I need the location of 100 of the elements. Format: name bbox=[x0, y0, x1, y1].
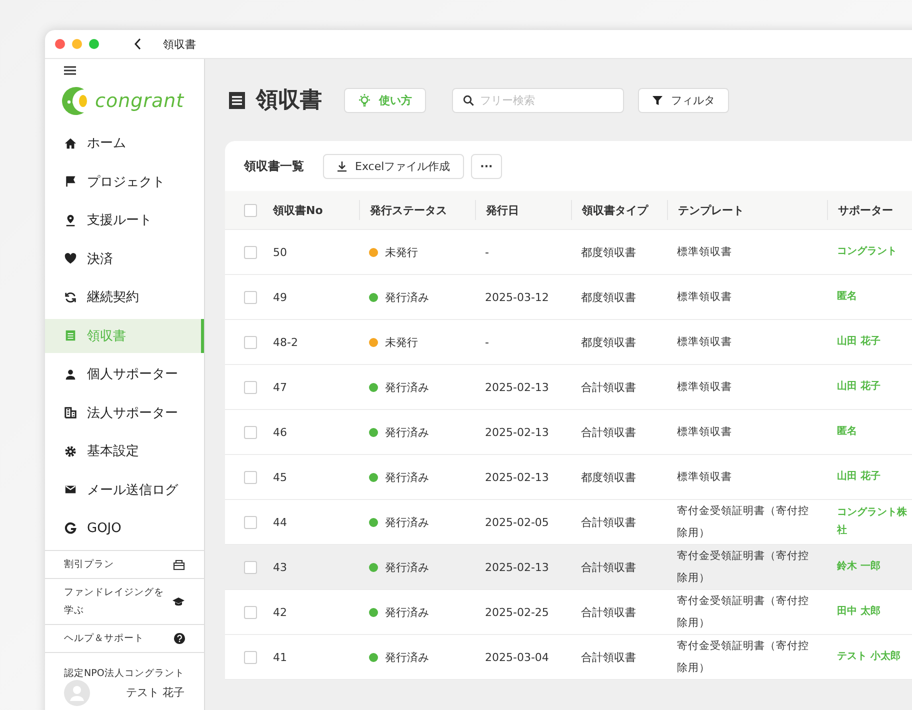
table-cell-text: 標準領収書 bbox=[677, 335, 733, 350]
column-header[interactable]: サポーター bbox=[838, 202, 893, 218]
close-icon[interactable] bbox=[55, 39, 65, 49]
mail-icon bbox=[64, 483, 77, 496]
status-text: 未発行 bbox=[385, 244, 418, 260]
document-icon bbox=[228, 90, 246, 110]
sidebar-item[interactable]: メール送信ログ bbox=[45, 472, 204, 506]
table-cell: 合計領収書 bbox=[581, 424, 636, 440]
table-cell: 49 bbox=[273, 290, 287, 304]
table-cell-text: 寄付金受領証明書（寄付控除用） bbox=[677, 639, 810, 676]
row-checkbox[interactable] bbox=[244, 470, 257, 484]
sidebar-item[interactable]: 基本設定 bbox=[45, 434, 204, 468]
download-icon bbox=[337, 160, 347, 172]
table-cell: 44 bbox=[273, 516, 287, 528]
table-cell: 2025-03-12 bbox=[485, 290, 549, 304]
sidebar-item[interactable]: 個人サポーター bbox=[45, 357, 204, 391]
status-text: 発行済み bbox=[385, 380, 429, 394]
status-text: 発行済み bbox=[385, 290, 429, 304]
column-header[interactable]: 発行ステータス bbox=[370, 202, 447, 218]
table-cell-text: 標準領収書 bbox=[677, 290, 733, 305]
status-text: 未発行 bbox=[385, 334, 418, 350]
table-cell: 46 bbox=[273, 426, 287, 438]
table-cell: 都度領収書 bbox=[581, 470, 636, 484]
column-header[interactable]: 発行日 bbox=[486, 202, 519, 218]
table-cell-text: 標準領収書 bbox=[677, 245, 733, 260]
table-cell: 合計領収書 bbox=[581, 380, 636, 394]
table-cell: 50 bbox=[273, 246, 287, 258]
flag-icon bbox=[64, 175, 77, 188]
lightbulb-icon bbox=[358, 93, 371, 107]
sidebar-item[interactable]: 支援ルート bbox=[45, 203, 204, 237]
table-cell: 41 bbox=[273, 650, 287, 664]
column-header[interactable]: 領収書タイプ bbox=[582, 202, 648, 218]
sidebar-item[interactable]: ホーム bbox=[45, 126, 204, 160]
select-all-checkbox[interactable] bbox=[244, 204, 257, 216]
zoom-icon[interactable] bbox=[89, 39, 99, 49]
status-text: 発行済み bbox=[385, 424, 429, 440]
sidebar-item[interactable]: GOJO bbox=[45, 511, 204, 545]
row-checkbox[interactable] bbox=[244, 560, 257, 574]
refresh-icon bbox=[64, 290, 77, 304]
filter-icon bbox=[652, 94, 663, 106]
row-checkbox[interactable] bbox=[244, 290, 257, 304]
sidebar-item[interactable]: 法人サポーター bbox=[45, 396, 204, 430]
table-row[interactable]: 43 発行済み 2025-02-13 合計領収書 寄付金受領証明書（寄付控除用） 鈴木 一郎 bbox=[225, 545, 912, 590]
row-checkbox[interactable] bbox=[244, 246, 257, 258]
settings-icon bbox=[64, 444, 77, 458]
table-cell: 都度領収書 bbox=[581, 334, 636, 350]
pin-icon bbox=[64, 214, 77, 226]
table-cell: 43 bbox=[273, 560, 287, 574]
table-cell: 45 bbox=[273, 470, 287, 484]
sidebar-item[interactable]: 決済 bbox=[45, 242, 204, 276]
row-checkbox[interactable] bbox=[244, 380, 257, 394]
home-icon bbox=[64, 136, 77, 150]
table-cell-text: 寄付金受領証明書（寄付控除用） bbox=[677, 549, 810, 586]
sidebar-link[interactable]: ヘルプ＆サポート bbox=[45, 624, 204, 652]
row-checkbox[interactable] bbox=[244, 336, 257, 348]
sidebar-link[interactable]: ファンドレイジングを学ぶ bbox=[45, 578, 204, 624]
sidebar-link[interactable]: 割引プラン bbox=[45, 550, 204, 578]
table-cell: - bbox=[485, 336, 489, 348]
sidebar-item[interactable]: 継続契約 bbox=[45, 280, 204, 314]
table-cell: 2025-02-25 bbox=[485, 606, 549, 618]
search-icon bbox=[463, 94, 474, 106]
export-button[interactable]: Excelファイル作成 bbox=[323, 154, 464, 178]
table-cell: - bbox=[485, 246, 489, 258]
table-cell: 2025-02-05 bbox=[485, 516, 549, 528]
row-checkbox[interactable] bbox=[244, 426, 257, 438]
user-name: テスト 花子 bbox=[126, 685, 184, 700]
status-text: 発行済み bbox=[385, 560, 429, 574]
more-button[interactable]: ··· bbox=[471, 154, 502, 178]
table-cell: 合計領収書 bbox=[581, 514, 636, 530]
page-title: 領収書 bbox=[256, 87, 322, 115]
status-text: 発行済み bbox=[385, 604, 429, 620]
column-header[interactable]: 領収書No bbox=[273, 202, 323, 218]
document-icon bbox=[64, 329, 77, 342]
search-field[interactable]: フリー検索 bbox=[452, 88, 624, 112]
table-cell: 都度領収書 bbox=[581, 244, 636, 260]
window-title: 領収書 bbox=[163, 36, 196, 52]
row-checkbox[interactable] bbox=[244, 516, 257, 528]
filter-button[interactable]: フィルタ bbox=[638, 88, 729, 112]
letter-g-icon bbox=[64, 522, 77, 534]
table-cell-text: 寄付金受領証明書（寄付控除用） bbox=[677, 504, 810, 541]
help-icon bbox=[174, 633, 185, 644]
menu-icon[interactable] bbox=[64, 66, 76, 75]
status-text: 発行済み bbox=[385, 650, 429, 664]
table-cell-text: 標準領収書 bbox=[677, 470, 733, 485]
sidebar-item[interactable]: プロジェクト bbox=[45, 164, 204, 198]
row-checkbox[interactable] bbox=[244, 650, 257, 664]
avatar-icon[interactable] bbox=[64, 680, 90, 706]
table-cell: 合計領収書 bbox=[581, 560, 636, 574]
column-header[interactable]: テンプレート bbox=[678, 202, 744, 218]
table-cell: 47 bbox=[273, 380, 287, 394]
back-icon[interactable] bbox=[134, 38, 142, 50]
minimize-icon[interactable] bbox=[72, 39, 82, 49]
table-cell: 42 bbox=[273, 606, 287, 618]
person-icon bbox=[64, 368, 77, 380]
graduation-cap-icon bbox=[172, 596, 185, 606]
row-checkbox[interactable] bbox=[244, 606, 257, 618]
building-icon bbox=[64, 406, 77, 419]
heart-icon bbox=[64, 252, 77, 265]
table-cell: 2025-03-04 bbox=[485, 650, 549, 664]
organization-name: 認定NPO法人コングラント bbox=[64, 668, 184, 678]
